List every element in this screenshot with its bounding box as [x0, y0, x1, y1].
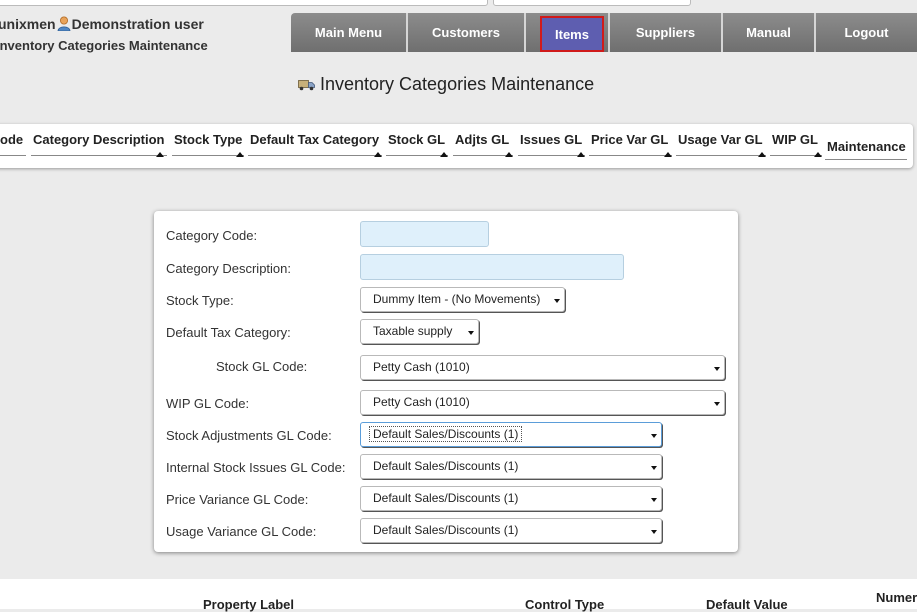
col-divider [518, 155, 585, 156]
truck-icon [298, 79, 315, 90]
col-header-stock-type[interactable]: Stock Type [174, 132, 242, 147]
menu-suppliers[interactable]: Suppliers [610, 13, 723, 52]
sort-arrow-icon[interactable] [664, 152, 672, 157]
main-menu-bar: Main Menu Customers Items Suppliers Manu… [291, 13, 917, 52]
col-divider [172, 155, 244, 156]
stock-gl-select[interactable]: Petty Cash (1010) [360, 355, 725, 380]
categories-table-header: ode Category Description Stock Type Defa… [0, 124, 913, 168]
person-icon [57, 16, 70, 31]
user-name: Demonstration user [71, 16, 204, 32]
chevron-down-icon [714, 402, 720, 406]
chevron-down-icon [651, 466, 657, 470]
menu-main-menu[interactable]: Main Menu [291, 13, 408, 52]
menu-label: Customers [432, 25, 500, 40]
menu-label: Suppliers [635, 25, 696, 40]
col-header-default-value: Default Value [706, 597, 788, 612]
chevron-down-icon [554, 299, 560, 303]
menu-label: Logout [844, 25, 889, 40]
col-divider [825, 159, 907, 160]
col-header-code[interactable]: ode [0, 132, 23, 147]
col-header-maintenance: Maintenance [827, 139, 906, 154]
price-variance-gl-label: Price Variance GL Code: [166, 492, 309, 507]
stock-adjustments-gl-value: Default Sales/Discounts (1) [369, 426, 523, 442]
current-page-title: Inventory Categories Maintenance [0, 38, 208, 53]
col-divider [248, 155, 382, 156]
chevron-down-icon [714, 367, 720, 371]
sort-arrow-icon[interactable] [814, 152, 822, 157]
menu-label: Items [555, 26, 589, 42]
category-form-panel: Category Code: Category Description: Sto… [154, 211, 738, 552]
sort-arrow-icon[interactable] [440, 152, 448, 157]
chevron-down-icon [651, 530, 657, 534]
stock-adjustments-gl-select[interactable]: Default Sales/Discounts (1) [360, 422, 662, 447]
top-secondary-input[interactable] [493, 0, 691, 6]
menu-logout[interactable]: Logout [816, 13, 917, 52]
col-header-adjts-gl[interactable]: Adjts GL [455, 132, 509, 147]
col-header-usage-var-gl[interactable]: Usage Var GL [678, 132, 763, 147]
col-header-numeric: Numer [876, 590, 917, 605]
col-divider [676, 155, 766, 156]
col-divider [0, 155, 26, 156]
sort-arrow-icon[interactable] [156, 152, 164, 157]
price-variance-gl-select[interactable]: Default Sales/Discounts (1) [360, 486, 662, 511]
menu-manual[interactable]: Manual [723, 13, 816, 52]
menu-customers[interactable]: Customers [408, 13, 526, 52]
user-info: unixmen Demonstration user [0, 16, 204, 32]
col-header-category-description[interactable]: Category Description [33, 132, 164, 147]
stock-adjustments-gl-label: Stock Adjustments GL Code: [166, 428, 332, 443]
usage-variance-gl-select[interactable]: Default Sales/Discounts (1) [360, 518, 662, 543]
col-header-issues-gl[interactable]: Issues GL [520, 132, 582, 147]
menu-label: Main Menu [314, 25, 383, 40]
properties-table-header: Property Label Control Type Default Valu… [0, 579, 917, 612]
wip-gl-select[interactable]: Petty Cash (1010) [360, 390, 725, 415]
internal-stock-issues-gl-value: Default Sales/Discounts (1) [373, 459, 519, 473]
usage-variance-gl-label: Usage Variance GL Code: [166, 524, 317, 539]
menu-label: Manual [746, 25, 791, 40]
sort-arrow-icon[interactable] [374, 152, 382, 157]
sort-arrow-icon[interactable] [236, 152, 244, 157]
chevron-down-icon [651, 434, 657, 438]
chevron-down-icon [468, 331, 474, 335]
heading-text: Inventory Categories Maintenance [320, 74, 595, 94]
stock-type-label: Stock Type: [166, 293, 234, 308]
top-search-input[interactable] [0, 0, 488, 6]
sort-arrow-icon[interactable] [577, 152, 585, 157]
tax-category-select[interactable]: Taxable supply [360, 319, 479, 344]
stock-type-select[interactable]: Dummy Item - (No Movements) [360, 287, 565, 312]
col-header-wip-gl[interactable]: WIP GL [772, 132, 818, 147]
tax-category-value: Taxable supply [373, 324, 453, 338]
col-header-price-var-gl[interactable]: Price Var GL [591, 132, 668, 147]
col-header-property-label: Property Label [203, 597, 295, 612]
company-name: unixmen [0, 16, 56, 32]
wip-gl-value: Petty Cash (1010) [373, 395, 470, 409]
category-description-input[interactable] [360, 254, 624, 280]
col-header-default-tax-category[interactable]: Default Tax Category [250, 132, 379, 147]
category-code-label: Category Code: [166, 228, 258, 243]
col-header-stock-gl[interactable]: Stock GL [388, 132, 445, 147]
category-code-input[interactable] [360, 221, 489, 247]
col-header-control-type: Control Type [525, 597, 605, 612]
category-description-label: Category Description: [166, 261, 291, 276]
wip-gl-label: WIP GL Code: [166, 396, 250, 411]
internal-stock-issues-gl-label: Internal Stock Issues GL Code: [166, 460, 346, 475]
menu-items[interactable]: Items [526, 13, 610, 52]
col-divider [386, 155, 448, 156]
tax-category-label: Default Tax Category: [166, 325, 291, 340]
internal-stock-issues-gl-select[interactable]: Default Sales/Discounts (1) [360, 454, 662, 479]
stock-gl-value: Petty Cash (1010) [373, 360, 470, 374]
stock-gl-label: Stock GL Code: [216, 359, 308, 374]
sort-arrow-icon[interactable] [758, 152, 766, 157]
chevron-down-icon [651, 498, 657, 502]
price-variance-gl-value: Default Sales/Discounts (1) [373, 491, 519, 505]
page-heading: Inventory Categories Maintenance [298, 74, 594, 95]
stock-type-value: Dummy Item - (No Movements) [373, 292, 541, 306]
col-divider [453, 155, 513, 156]
sort-arrow-icon[interactable] [505, 152, 513, 157]
col-divider [589, 155, 672, 156]
usage-variance-gl-value: Default Sales/Discounts (1) [373, 523, 519, 537]
col-divider [31, 155, 167, 156]
